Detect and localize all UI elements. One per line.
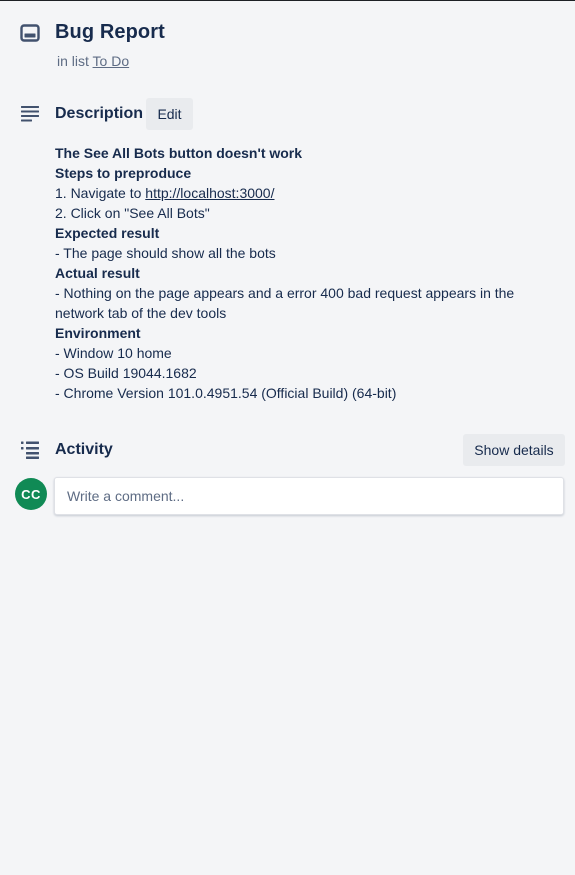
description-body[interactable]: The See All Bots button doesn't work Step…	[55, 143, 555, 403]
description-line: Actual result	[55, 265, 140, 281]
description-line-text: 1. Navigate to	[55, 185, 146, 201]
description-line: Environment	[55, 325, 141, 341]
description-line: - Window 10 home	[55, 345, 172, 361]
top-border	[0, 0, 575, 1]
card-title[interactable]: Bug Report	[55, 21, 165, 44]
comment-input[interactable]	[54, 477, 564, 515]
description-title: Description	[55, 105, 144, 122]
description-line: The See All Bots button doesn't work	[55, 145, 303, 161]
show-details-button[interactable]: Show details	[463, 434, 565, 466]
localhost-link[interactable]: http://localhost:3000/	[145, 185, 274, 201]
description-line: - The page should show all the bots	[55, 245, 276, 261]
avatar[interactable]: CC	[15, 478, 47, 510]
description-line: Steps to preproduce	[55, 165, 192, 181]
description-icon	[21, 106, 39, 122]
description-line: - Chrome Version 101.0.4951.54 (Official…	[55, 385, 397, 401]
edit-description-button[interactable]: Edit	[146, 98, 193, 130]
description-line: 1. Navigate to http://localhost:3000/	[55, 183, 555, 203]
description-line: 2. Click on "See All Bots"	[55, 205, 210, 221]
card-icon	[20, 24, 40, 42]
list-link[interactable]: To Do	[93, 53, 130, 69]
description-line: Expected result	[55, 225, 160, 241]
description-line: - OS Build 19044.1682	[55, 365, 197, 381]
description-line: - Nothing on the page appears and a erro…	[55, 285, 515, 321]
in-list-prefix: in list	[57, 53, 89, 69]
activity-icon	[21, 441, 39, 459]
activity-title: Activity	[55, 441, 113, 458]
card-list-info: in list To Do	[57, 53, 129, 69]
